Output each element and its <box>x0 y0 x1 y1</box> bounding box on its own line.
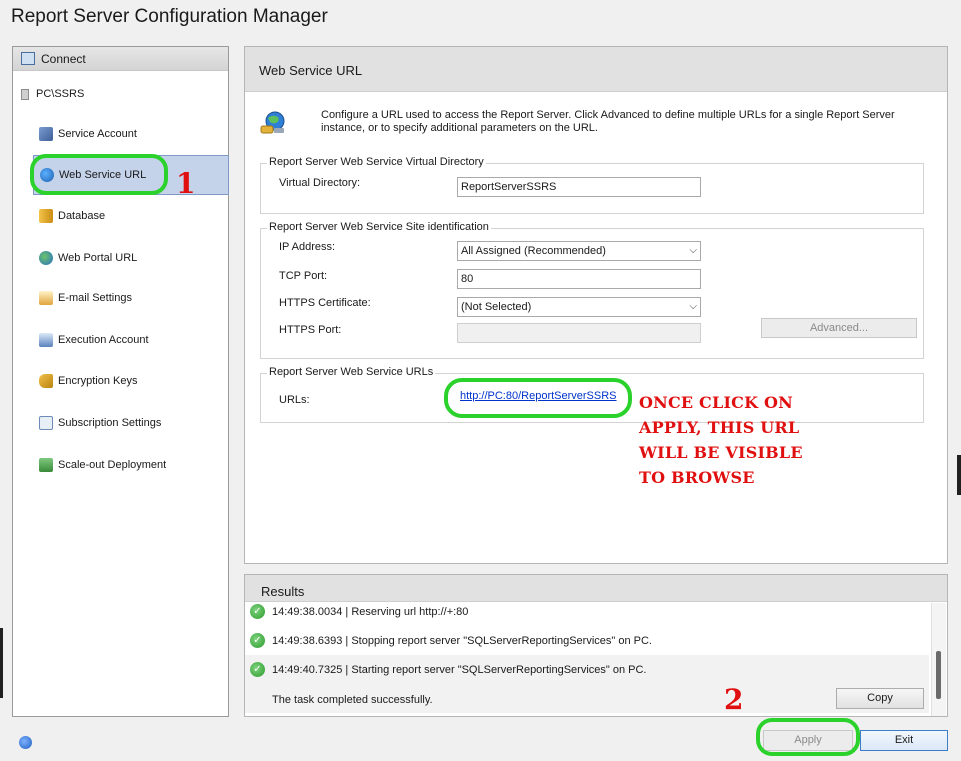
success-message: The task completed successfully. <box>272 694 433 706</box>
result-text: 14:49:40.7325 | Starting report server "… <box>272 664 647 676</box>
navigation-panel: Connect PC\SSRS Service Account Web Serv… <box>12 46 229 717</box>
connect-icon <box>21 52 35 65</box>
nav-item-label: Scale-out Deployment <box>58 459 167 471</box>
urls-label: URLs: <box>279 394 310 406</box>
ip-address-label: IP Address: <box>279 241 336 253</box>
nav-item-web-portal-url[interactable]: Web Portal URL <box>33 239 229 279</box>
virtual-directory-group-title: Report Server Web Service Virtual Direct… <box>267 156 486 168</box>
scrollbar-thumb[interactable] <box>936 651 941 699</box>
nav-item-encryption-keys[interactable]: Encryption Keys <box>33 362 229 402</box>
nav-item-execution-account[interactable]: Execution Account <box>33 321 229 361</box>
web-service-url-panel: Web Service URL Configure a URL used to … <box>244 46 948 564</box>
server-icon <box>21 89 29 100</box>
service-account-icon <box>39 127 53 141</box>
https-port-input[interactable] <box>457 323 701 343</box>
connect-label: Connect <box>41 52 86 66</box>
window-title: Report Server Configuration Manager <box>11 6 328 27</box>
site-identification-group: Report Server Web Service Site identific… <box>260 221 924 359</box>
scale-out-deployment-icon <box>39 458 53 472</box>
nav-item-label: Encryption Keys <box>58 375 138 387</box>
nav-item-database[interactable]: Database <box>33 197 229 237</box>
title-bar: Report Server Configuration Manager <box>0 0 961 36</box>
step-2-marker: 2 <box>724 683 744 716</box>
https-certificate-value: (Not Selected) <box>461 301 532 313</box>
virtual-directory-group: Report Server Web Service Virtual Direct… <box>260 156 924 214</box>
step-1-marker: 1 <box>176 167 196 200</box>
https-port-label: HTTPS Port: <box>279 324 342 336</box>
connect-button[interactable]: Connect <box>13 47 228 71</box>
web-service-urls-group-title: Report Server Web Service URLs <box>267 366 436 378</box>
site-identification-group-title: Report Server Web Service Site identific… <box>267 221 491 233</box>
subscription-settings-icon <box>39 416 53 430</box>
nav-item-label: Subscription Settings <box>58 417 162 429</box>
web-portal-url-icon <box>39 251 53 265</box>
nav-item-subscription-settings[interactable]: Subscription Settings <box>33 404 229 444</box>
success-check-icon: ✓ <box>250 633 265 648</box>
chevron-down-icon: ⌵ <box>689 245 697 256</box>
background-edge <box>957 455 961 495</box>
globe-icon <box>260 111 285 134</box>
nav-item-service-account[interactable]: Service Account <box>33 115 229 155</box>
nav-item-label: Web Portal URL <box>58 252 138 264</box>
highlight-oval-apply <box>756 718 860 756</box>
execution-account-icon <box>39 333 53 347</box>
email-settings-icon <box>39 291 53 305</box>
copy-button[interactable]: Copy <box>836 688 924 709</box>
database-icon <box>39 209 53 223</box>
results-panel: Results ✓ 14:49:38.0034 | Reserving url … <box>244 574 948 717</box>
advanced-button[interactable]: Advanced... <box>761 318 917 338</box>
result-row: ✓ 14:49:40.7325 | Starting report server… <box>245 655 929 713</box>
server-name: PC\SSRS <box>36 88 85 100</box>
highlight-oval-web-service-url <box>30 154 168 195</box>
nav-item-label: Service Account <box>58 128 137 140</box>
virtual-directory-input[interactable]: ReportServerSSRS <box>457 177 701 197</box>
nav-item-label: Database <box>58 210 106 222</box>
result-row: ✓ 14:49:38.6393 | Stopping report server… <box>245 626 929 655</box>
help-icon[interactable] <box>19 736 32 749</box>
tcp-port-input[interactable]: 80 <box>457 269 701 289</box>
page-title: Web Service URL <box>259 63 363 78</box>
panel-header: Web Service URL <box>245 47 947 92</box>
nav-item-email-settings[interactable]: E-mail Settings <box>33 279 229 319</box>
result-row: ✓ 14:49:38.0034 | Reserving url http://+… <box>245 597 929 626</box>
ip-address-value: All Assigned (Recommended) <box>461 245 606 257</box>
results-scrollbar[interactable] <box>931 603 946 716</box>
nav-item-label: E-mail Settings <box>58 292 132 304</box>
success-check-icon: ✓ <box>250 604 265 619</box>
chevron-down-icon: ⌵ <box>689 301 697 312</box>
virtual-directory-label: Virtual Directory: <box>279 177 361 189</box>
background-edge <box>0 628 3 698</box>
nav-item-scale-out-deployment[interactable]: Scale-out Deployment <box>33 446 229 486</box>
exit-button[interactable]: Exit <box>860 730 948 751</box>
https-certificate-label: HTTPS Certificate: <box>279 297 371 309</box>
ip-address-dropdown[interactable]: All Assigned (Recommended) ⌵ <box>457 241 701 261</box>
encryption-keys-icon <box>39 374 53 388</box>
tcp-port-label: TCP Port: <box>279 270 328 282</box>
https-certificate-dropdown[interactable]: (Not Selected) ⌵ <box>457 297 701 317</box>
annotation-note: ONCE CLICK ON APPLY, THIS URL WILL BE VI… <box>639 393 803 487</box>
nav-item-label: Execution Account <box>58 334 149 346</box>
success-check-icon: ✓ <box>250 662 265 677</box>
intro-description: Configure a URL used to access the Repor… <box>321 109 895 134</box>
result-text: 14:49:38.0034 | Reserving url http://+:8… <box>272 606 469 618</box>
highlight-oval-url <box>444 378 632 418</box>
result-text: 14:49:38.6393 | Stopping report server "… <box>272 635 652 647</box>
